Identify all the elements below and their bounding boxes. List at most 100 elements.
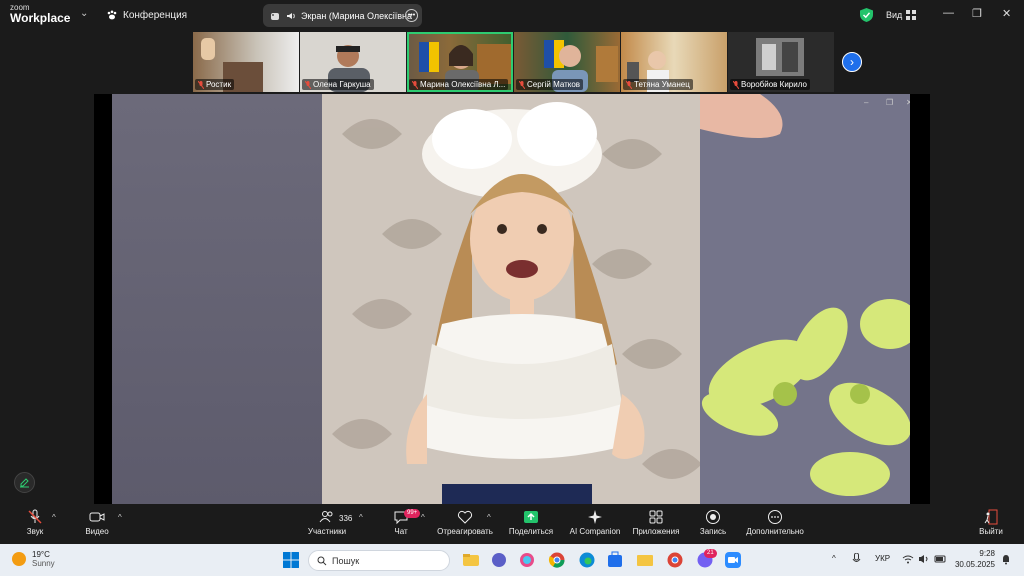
chat-label: Чат [394, 527, 408, 536]
shared-restore-icon: ❐ [886, 98, 894, 107]
shared-background-right: – ❐ ✕ [700, 94, 910, 504]
leave-button[interactable]: Выйти [956, 509, 1024, 536]
search-placeholder: Пошук [332, 555, 360, 566]
viber-badge: 21 [704, 549, 717, 558]
participant-strip: Ростик Олена Гаркуша Марина Олексіївна Л… [193, 32, 834, 92]
record-icon [706, 510, 720, 524]
more-dots-icon [768, 510, 782, 524]
clock-time: 9:28 [979, 549, 995, 558]
weather-desc: Sunny [32, 559, 55, 568]
more-options-icon[interactable]: ••• [405, 9, 418, 22]
share-label: Поделиться [508, 527, 554, 536]
chrome-profile-icon[interactable] [666, 551, 684, 569]
participant-tile[interactable]: Ростик [193, 32, 299, 92]
mic-muted-icon [28, 509, 42, 524]
meeting-info-button[interactable]: Конференция [106, 9, 187, 21]
search-icon [317, 556, 327, 565]
next-page-arrow-icon[interactable]: › [842, 52, 862, 72]
edge-icon[interactable] [578, 551, 596, 569]
folder-icon[interactable] [636, 551, 654, 569]
more-button[interactable]: Дополнительно [740, 509, 810, 536]
zoom-window: zoom Workplace ⌄ Конференция Экран (Мари… [0, 0, 1024, 544]
video-label: Видео [85, 527, 109, 536]
ai-label: AI Companion [569, 527, 621, 536]
screen-share-indicator[interactable]: Экран (Марина Олексіївна ••• [263, 4, 422, 27]
view-button[interactable]: Вид [886, 10, 917, 20]
tray-overflow-caret-icon[interactable]: ^ [832, 554, 836, 563]
store-icon[interactable] [606, 551, 624, 569]
participant-tile[interactable]: Воробйов Кирило [728, 32, 834, 92]
shared-minimize-icon: – [864, 98, 869, 107]
apps-icon [649, 510, 663, 524]
record-button[interactable]: Запись [678, 509, 748, 536]
volume-icon[interactable] [918, 554, 930, 564]
chat-options-caret-icon[interactable]: ^ [421, 513, 425, 522]
react-label: Отреагировать [437, 527, 493, 536]
participant-tile[interactable]: Тетяна Уманец [621, 32, 727, 92]
participant-name: Олена Гаркуша [302, 79, 374, 90]
paw-icon [107, 10, 117, 20]
close-icon[interactable]: ✕ [1002, 7, 1011, 20]
video-options-caret-icon[interactable]: ^ [118, 513, 122, 522]
weather-widget[interactable]: 19°C Sunny [12, 550, 55, 568]
camera-icon [89, 512, 105, 522]
minimize-icon[interactable]: — [943, 7, 954, 19]
windows-start-icon[interactable] [282, 551, 300, 569]
copilot-icon[interactable] [518, 551, 536, 569]
audio-options-caret-icon[interactable]: ^ [52, 513, 56, 522]
ai-companion-button[interactable]: AI Companion [560, 509, 630, 536]
participants-label: Участники [307, 527, 347, 536]
battery-cloud-icon[interactable] [934, 554, 947, 564]
participant-tile-active[interactable]: Марина Олексіївна Л... [407, 32, 513, 92]
participant-name: Ростик [195, 79, 235, 90]
chat-app-icon[interactable] [490, 551, 508, 569]
share-screen-icon [524, 511, 538, 523]
audio-label: Звук [26, 527, 44, 536]
shared-close-icon: ✕ [906, 98, 910, 107]
zoom-taskbar-icon[interactable] [724, 551, 742, 569]
chat-button[interactable]: Чат [366, 509, 436, 536]
participant-name: Тетяна Уманец [623, 79, 693, 90]
audio-button[interactable]: Звук [0, 509, 70, 536]
heart-icon [457, 510, 473, 524]
taskbar-search-box[interactable]: Пошук [308, 550, 450, 571]
tray-mic-icon[interactable] [852, 553, 861, 565]
react-options-caret-icon[interactable]: ^ [487, 513, 491, 522]
participant-tile[interactable]: Сергій Матков [514, 32, 620, 92]
speaker-icon [287, 12, 295, 19]
meeting-label: Конференция [123, 9, 188, 21]
chrome-icon[interactable] [548, 551, 566, 569]
system-clock[interactable]: 9:28 30.05.2025 [953, 548, 995, 570]
notification-bell-icon[interactable] [1001, 554, 1011, 565]
mic-off-icon [198, 80, 204, 89]
chevron-down-icon[interactable]: ⌄ [80, 8, 88, 19]
security-shield-icon[interactable] [860, 8, 873, 22]
sun-icon [12, 552, 26, 566]
hand-icon [271, 12, 279, 20]
participants-count: 336 [339, 514, 353, 523]
wifi-icon[interactable] [902, 554, 914, 564]
shared-background-left [112, 94, 322, 504]
girl-photo-image [322, 94, 700, 504]
language-indicator[interactable]: УКР [875, 554, 890, 563]
chat-badge: 99+ [404, 509, 421, 518]
title-bar: zoom Workplace ⌄ Конференция Экран (Мари… [0, 0, 1024, 30]
view-label: Вид [886, 10, 903, 20]
participant-tile[interactable]: Олена Гаркуша [300, 32, 406, 92]
share-screen-button[interactable]: Поделиться [496, 509, 566, 536]
share-label: Экран (Марина Олексіївна [301, 10, 412, 21]
mic-off-icon [412, 80, 418, 89]
maximize-icon[interactable]: ❐ [972, 7, 982, 20]
file-explorer-icon[interactable] [462, 551, 480, 569]
flowers-image [700, 94, 910, 504]
annotate-pencil-icon[interactable] [14, 472, 35, 493]
weather-temp: 19°C [32, 550, 50, 559]
sparkle-icon [588, 510, 602, 524]
logo-bottom: Workplace [10, 11, 71, 25]
participants-options-caret-icon[interactable]: ^ [359, 513, 363, 522]
participant-name: Сергій Матков [516, 79, 584, 90]
participant-name: Воробйов Кирило [730, 79, 810, 90]
participants-icon [319, 511, 333, 523]
record-label: Запись [699, 527, 727, 536]
more-label: Дополнительно [746, 527, 804, 536]
